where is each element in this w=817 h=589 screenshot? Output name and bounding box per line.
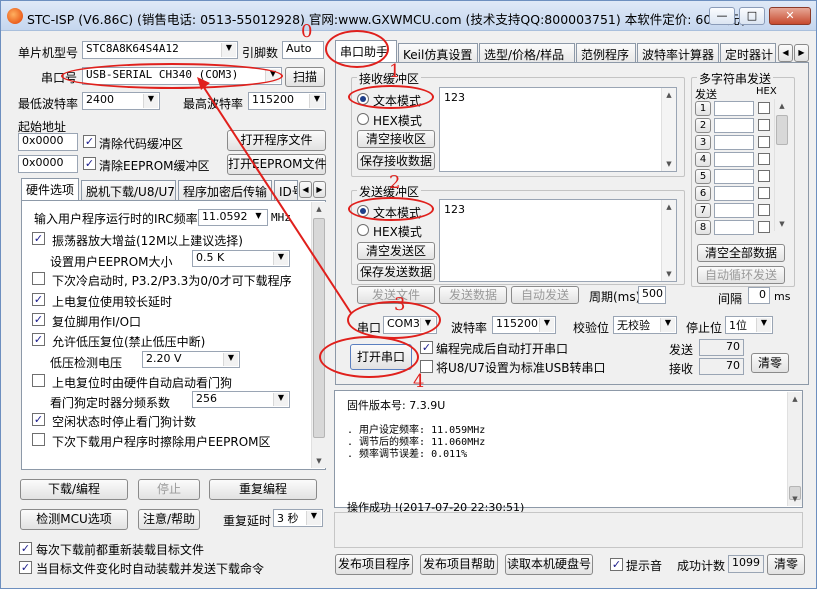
app-window: STC-ISP (V6.86C) (销售电话: 0513-55012928) 官… (0, 0, 817, 589)
annotation-arrow (197, 77, 352, 314)
